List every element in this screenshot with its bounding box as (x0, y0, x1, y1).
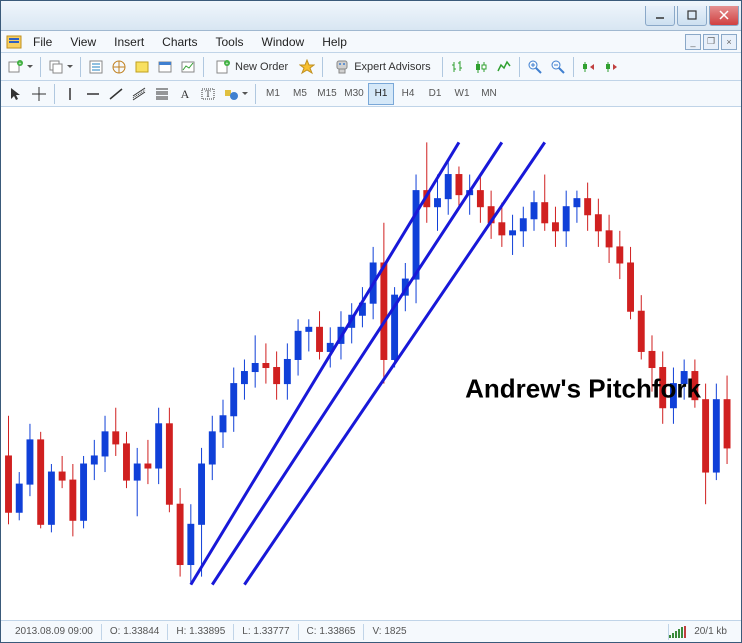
svg-text:+: + (226, 61, 229, 67)
timeframe-m15-button[interactable]: M15 (314, 83, 340, 105)
statusbar: 2013.08.09 09:00 O: 1.33844 H: 1.33895 L… (1, 620, 741, 642)
connection-bars-icon (669, 626, 686, 638)
line-chart-button[interactable] (493, 56, 515, 78)
vertical-line-button[interactable] (59, 83, 81, 105)
expert-advisors-label: Expert Advisors (354, 61, 430, 73)
new-chart-button[interactable]: + (5, 56, 36, 78)
cursor-button[interactable] (5, 83, 27, 105)
crosshair-button[interactable] (28, 83, 50, 105)
text-label-button[interactable]: A (174, 83, 196, 105)
candlestick-chart-button[interactable] (470, 56, 492, 78)
meta-editor-button[interactable] (296, 56, 318, 78)
menu-file[interactable]: File (25, 33, 60, 51)
app-icon (5, 33, 23, 51)
status-rate: 20/1 kb (686, 626, 735, 637)
mdi-close-button[interactable]: × (721, 34, 737, 50)
timeframe-m5-button[interactable]: M5 (287, 83, 313, 105)
window-close-button[interactable] (709, 6, 739, 26)
svg-text:T: T (205, 89, 211, 99)
auto-scroll-button[interactable] (578, 56, 600, 78)
status-volume: V: 1825 (364, 626, 414, 637)
menu-window[interactable]: Window (254, 33, 313, 51)
strategy-tester-button[interactable] (177, 56, 199, 78)
menu-view[interactable]: View (62, 33, 104, 51)
navigator-button[interactable] (108, 56, 130, 78)
mdi-minimize-button[interactable]: _ (685, 34, 701, 50)
status-low: L: 1.33777 (234, 626, 297, 637)
svg-text:A: A (181, 87, 190, 101)
trendline-button[interactable] (105, 83, 127, 105)
window-minimize-button[interactable] (645, 6, 675, 26)
new-order-button[interactable]: + New Order (208, 56, 295, 78)
menu-tools[interactable]: Tools (208, 33, 252, 51)
zoom-out-button[interactable] (547, 56, 569, 78)
data-window-button[interactable] (131, 56, 153, 78)
status-high: H: 1.33895 (168, 626, 233, 637)
timeframe-d1-button[interactable]: D1 (422, 83, 448, 105)
timeframe-mn-button[interactable]: MN (476, 83, 502, 105)
titlebar (1, 1, 741, 31)
text-object-button[interactable]: T (197, 83, 219, 105)
timeframe-m30-button[interactable]: M30 (341, 83, 367, 105)
chart-annotation-text: Andrew's Pitchfork (465, 374, 701, 405)
chart-area[interactable]: Andrew's Pitchfork (1, 107, 741, 620)
expert-advisors-button[interactable]: Expert Advisors (327, 56, 437, 78)
menu-insert[interactable]: Insert (106, 33, 152, 51)
menubar: File View Insert Charts Tools Window Hel… (1, 31, 741, 53)
drawing-toolbar: A T M1M5M15M30H1H4D1W1MN (1, 81, 741, 107)
timeframe-m1-button[interactable]: M1 (260, 83, 286, 105)
app-window: File View Insert Charts Tools Window Hel… (0, 0, 742, 643)
chart-shift-button[interactable] (601, 56, 623, 78)
market-watch-button[interactable] (85, 56, 107, 78)
price-chart[interactable] (1, 107, 741, 620)
timeframe-h1-button[interactable]: H1 (368, 83, 394, 105)
window-maximize-button[interactable] (677, 6, 707, 26)
horizontal-line-button[interactable] (82, 83, 104, 105)
status-open: O: 1.33844 (102, 626, 167, 637)
svg-text:+: + (19, 61, 22, 67)
fibonacci-button[interactable] (151, 83, 173, 105)
menu-charts[interactable]: Charts (154, 33, 205, 51)
channel-button[interactable] (128, 83, 150, 105)
timeframe-w1-button[interactable]: W1 (449, 83, 475, 105)
timeframe-h4-button[interactable]: H4 (395, 83, 421, 105)
bar-chart-button[interactable] (447, 56, 469, 78)
terminal-button[interactable] (154, 56, 176, 78)
menu-help[interactable]: Help (314, 33, 355, 51)
zoom-in-button[interactable] (524, 56, 546, 78)
profiles-button[interactable] (45, 56, 76, 78)
shapes-button[interactable] (220, 83, 251, 105)
main-toolbar: + + New Order (1, 53, 741, 81)
new-order-label: New Order (235, 61, 288, 73)
status-datetime: 2013.08.09 09:00 (7, 626, 101, 637)
status-close: C: 1.33865 (299, 626, 364, 637)
mdi-restore-button[interactable]: ❐ (703, 34, 719, 50)
